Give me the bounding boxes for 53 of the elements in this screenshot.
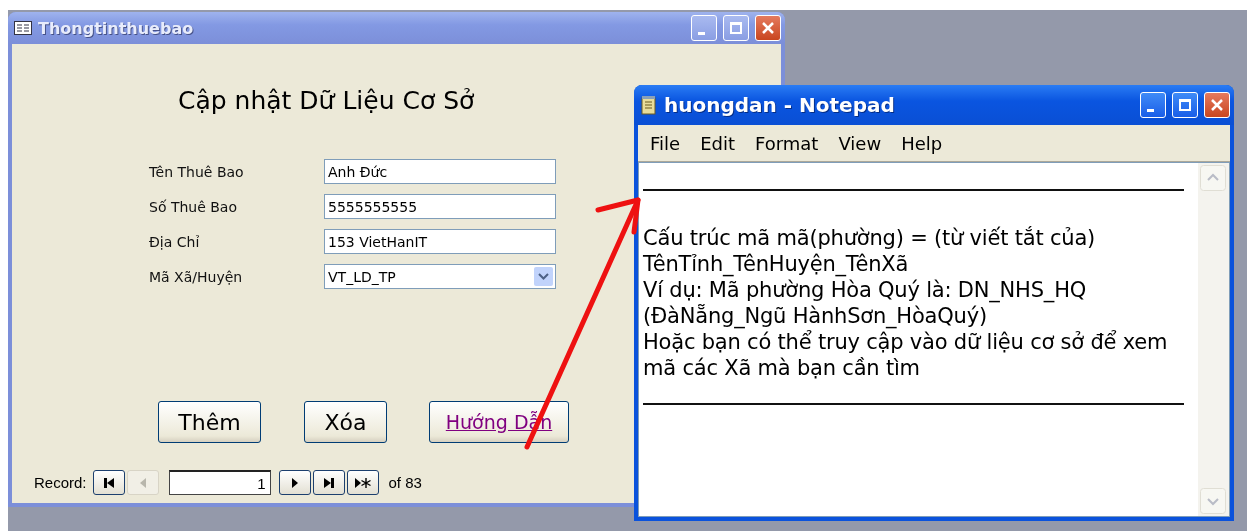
form-button[interactable]: Thêm — [158, 401, 261, 443]
previous-icon — [139, 477, 146, 488]
close-icon — [1211, 99, 1223, 111]
minimize-button[interactable] — [691, 15, 717, 41]
minimize-icon — [697, 31, 705, 35]
menu-item[interactable]: View — [832, 132, 896, 154]
input-field[interactable]: 153 VietHanIT — [324, 229, 556, 254]
menu-item[interactable]: Format — [749, 132, 833, 154]
window-title: Thongtinthuebao — [38, 18, 195, 38]
first-record-icon — [103, 477, 114, 488]
record-number-field[interactable]: 1 — [168, 470, 271, 495]
maximize-icon — [1179, 99, 1191, 111]
new-record-icon — [354, 477, 371, 488]
form-icon — [14, 21, 32, 35]
text-line: (ĐàNẵng_Ngũ HànhSơn_HòaQuý) — [643, 303, 988, 329]
scrollbar[interactable] — [1198, 163, 1229, 516]
text-line: TênTỉnh_TênHuyện_TênXã — [643, 251, 910, 277]
record-nav-button[interactable] — [92, 470, 125, 495]
minimize-icon — [1146, 108, 1154, 112]
next-icon — [291, 477, 298, 488]
field-label: Địa Chỉ — [149, 233, 201, 250]
notepad-icon — [640, 95, 658, 115]
scroll-down-icon — [1200, 488, 1226, 514]
text-line: mã các Xã mà bạn cần tìm — [643, 355, 921, 381]
menu-item[interactable]: Help — [895, 132, 957, 154]
record-count: of 83 — [388, 474, 422, 491]
form-button[interactable]: Xóa — [304, 401, 387, 443]
field-label: Số Thuê Bao — [149, 198, 238, 215]
input-field[interactable]: 5555555555 — [324, 194, 556, 219]
text-line: Cấu trúc mã mã(phường) = (từ viết tắt của) — [643, 225, 1097, 251]
maximize-button[interactable] — [723, 15, 749, 41]
menu-item[interactable]: Edit — [694, 132, 749, 154]
last-record-icon — [323, 477, 334, 488]
close-icon — [762, 22, 774, 34]
text-line: Hoặc bạn có thể truy cập vào dữ liệu cơ sở để xem — [643, 329, 1169, 355]
record-nav-button[interactable] — [346, 470, 379, 495]
close-button[interactable] — [1204, 92, 1230, 118]
field-label: Tên Thuê Bao — [149, 163, 245, 180]
minimize-button[interactable] — [1140, 92, 1166, 118]
maximize-button[interactable] — [1172, 92, 1198, 118]
close-button[interactable] — [755, 15, 781, 41]
record-nav-button[interactable] — [312, 470, 345, 495]
menu-item[interactable]: File — [644, 132, 695, 154]
combo-box[interactable]: VT_LD_TP — [324, 264, 556, 289]
input-field[interactable]: Anh Đức — [324, 159, 556, 184]
text-line: Ví dụ: Mã phường Hòa Quý là: DN_NHS_HQ — [643, 277, 1088, 303]
maximize-icon — [730, 22, 742, 34]
scroll-up-icon — [1200, 165, 1226, 191]
record-nav-button[interactable] — [278, 470, 311, 495]
record-label: Record: — [34, 474, 87, 491]
field-label: Mã Xã/Huyện — [149, 268, 244, 285]
window-title: huongdan - Notepad — [664, 93, 896, 117]
form-heading: Cập nhật Dữ Liệu Cơ Sở — [178, 86, 475, 115]
